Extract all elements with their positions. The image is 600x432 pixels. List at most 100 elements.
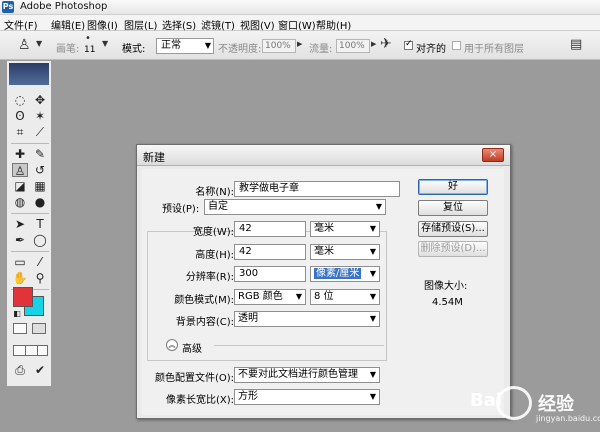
delete-preset-button[interactable]: 删除预设(D)...: [418, 241, 488, 257]
aligned-checkbox[interactable]: [404, 39, 413, 50]
healing-brush-icon[interactable]: ✚: [12, 147, 28, 161]
background-contents-label: 背景内容(C):: [175, 317, 234, 328]
app-title: Adobe Photoshop: [20, 1, 108, 12]
chevron-down-icon: ▼: [295, 292, 302, 301]
airbrush-icon[interactable]: ✈: [380, 36, 392, 52]
type-tool-icon[interactable]: T: [32, 217, 48, 231]
menu-edit[interactable]: 编辑(E): [51, 17, 85, 32]
dialog-title: 新建: [143, 151, 165, 164]
resolution-unit-select[interactable]: 像素/厘米 ▼: [310, 266, 380, 282]
baidu-watermark: Bai 经验 jingyan.baidu.com: [470, 380, 600, 428]
resolution-unit: 像素/厘米: [314, 268, 362, 279]
color-mode-value: RGB 颜色: [238, 291, 283, 302]
opacity-field[interactable]: 100%: [262, 39, 296, 53]
check-icon[interactable]: ✔: [32, 363, 48, 377]
gradient-tool-icon[interactable]: ▦: [32, 179, 48, 193]
move-tool-icon[interactable]: ✥: [32, 93, 48, 107]
stamp-tool-icon[interactable]: ♙: [18, 37, 31, 53]
advanced-toggle-icon[interactable]: ︽: [166, 339, 178, 351]
advanced-divider: [214, 345, 384, 346]
dodge-tool-icon[interactable]: ●: [32, 195, 48, 209]
preset-value: 自定: [208, 201, 228, 212]
opacity-arrow-icon[interactable]: ▶: [297, 40, 302, 48]
tool-preset-arrow-icon[interactable]: ▼: [36, 39, 42, 48]
watermark-url: jingyan.baidu.com: [536, 414, 600, 423]
zoom-tool-icon[interactable]: ⚲: [32, 271, 48, 285]
reset-button[interactable]: 复位: [418, 200, 488, 216]
resolution-input[interactable]: 300: [234, 266, 306, 282]
mode-value: 正常: [161, 40, 181, 51]
standard-mode-icon[interactable]: [13, 323, 27, 334]
brush-tool-icon[interactable]: ✎: [32, 147, 48, 161]
bit-depth-select[interactable]: 8 位 ▼: [310, 289, 380, 305]
quick-mask-icon[interactable]: [32, 323, 46, 334]
name-input[interactable]: 教学做电子章: [234, 181, 400, 197]
height-unit-select[interactable]: 毫米 ▼: [310, 244, 380, 260]
ok-button[interactable]: 好: [418, 179, 488, 195]
width-unit-select[interactable]: 毫米 ▼: [310, 221, 380, 237]
background-contents-select[interactable]: 透明 ▼: [234, 311, 380, 327]
toolbar-divider: [11, 213, 49, 214]
ps-icon: Ps: [2, 1, 14, 13]
chevron-down-icon: ▼: [369, 292, 376, 301]
menu-file[interactable]: 文件(F): [4, 17, 38, 32]
flow-field[interactable]: 100%: [336, 39, 370, 53]
flow-arrow-icon[interactable]: ▶: [371, 40, 376, 48]
palette-well-icon[interactable]: ▤: [570, 37, 582, 52]
menu-window[interactable]: 窗口(W): [278, 17, 316, 32]
menu-help[interactable]: 帮助(H): [316, 17, 351, 32]
all-layers-label: 用于所有图层: [464, 44, 524, 55]
mode-label: 模式:: [122, 44, 146, 55]
eraser-tool-icon[interactable]: ◪: [12, 179, 28, 193]
magic-wand-icon[interactable]: ✶: [32, 109, 48, 123]
dialog-body: 名称(N): 教学做电子章 预设(P): 自定 ▼ 宽度(W): 42 毫米 ▼…: [142, 169, 504, 415]
menu-image[interactable]: 图像(I): [87, 17, 118, 32]
chevron-down-icon: ▼: [369, 224, 376, 233]
eyedropper-icon[interactable]: ⁄: [32, 255, 48, 269]
menu-select[interactable]: 选择(S): [162, 17, 196, 32]
width-unit: 毫米: [314, 223, 334, 234]
dialog-title-bar: 新建 ×: [137, 145, 510, 166]
mode-select[interactable]: 正常 ▼: [156, 38, 214, 54]
foreground-color-swatch[interactable]: [13, 287, 33, 307]
notes-tool-icon[interactable]: ▭: [12, 255, 28, 269]
pen-tool-icon[interactable]: ✒: [12, 233, 28, 247]
color-mode-select[interactable]: RGB 颜色 ▼: [234, 289, 306, 305]
hand-tool-icon[interactable]: ✋: [12, 271, 28, 285]
menu-filter[interactable]: 滤镜(T): [201, 17, 235, 32]
blur-tool-icon[interactable]: ◍: [12, 195, 28, 209]
marquee-tool-icon[interactable]: ◌: [12, 93, 28, 107]
default-colors-icon[interactable]: ◧: [9, 307, 25, 321]
pixel-aspect-label: 像素长宽比(X):: [165, 395, 234, 406]
lasso-tool-icon[interactable]: ʘ: [12, 109, 28, 123]
title-bar: Ps Adobe Photoshop: [0, 0, 600, 15]
shape-tool-icon[interactable]: ◯: [32, 233, 48, 247]
jump-to-imageready-icon[interactable]: ⎙: [12, 363, 28, 377]
menu-layer[interactable]: 图层(L): [124, 17, 157, 32]
tool-palette: ◌ ✥ ʘ ✶ ⌗ ⟋ ✚ ✎ ♙ ↺ ◪ ▦ ◍ ● ➤ T ✒ ◯ ▭ ⁄ …: [6, 60, 52, 387]
height-input[interactable]: 42: [234, 244, 306, 260]
close-icon[interactable]: ×: [482, 148, 504, 162]
toolbar-divider: [11, 251, 49, 252]
chevron-down-icon: ▼: [369, 392, 376, 401]
color-profile-select[interactable]: 不要对此文档进行颜色管理 ▼: [234, 367, 380, 383]
preset-select[interactable]: 自定 ▼: [204, 199, 386, 215]
bit-depth-value: 8 位: [314, 291, 334, 302]
crop-tool-icon[interactable]: ⌗: [12, 125, 28, 139]
clone-stamp-icon[interactable]: ♙: [12, 163, 28, 178]
brush-label: 画笔:: [56, 44, 80, 55]
screen-mode-full-icon[interactable]: [37, 345, 48, 356]
pixel-aspect-value: 方形: [238, 391, 258, 402]
history-brush-icon[interactable]: ↺: [32, 163, 48, 177]
menu-view[interactable]: 视图(V): [240, 17, 275, 32]
all-layers-checkbox[interactable]: [452, 41, 461, 50]
feather-logo: [9, 63, 49, 85]
slice-tool-icon[interactable]: ⟋: [32, 125, 48, 139]
path-select-icon[interactable]: ➤: [12, 217, 28, 231]
save-preset-button[interactable]: 存储预设(S)...: [418, 221, 488, 237]
pixel-aspect-select[interactable]: 方形 ▼: [234, 389, 380, 405]
aligned-label: 对齐的: [416, 44, 446, 55]
advanced-label: 高级: [182, 344, 202, 355]
width-input[interactable]: 42: [234, 221, 306, 237]
brush-picker-arrow-icon[interactable]: ▼: [102, 39, 108, 48]
